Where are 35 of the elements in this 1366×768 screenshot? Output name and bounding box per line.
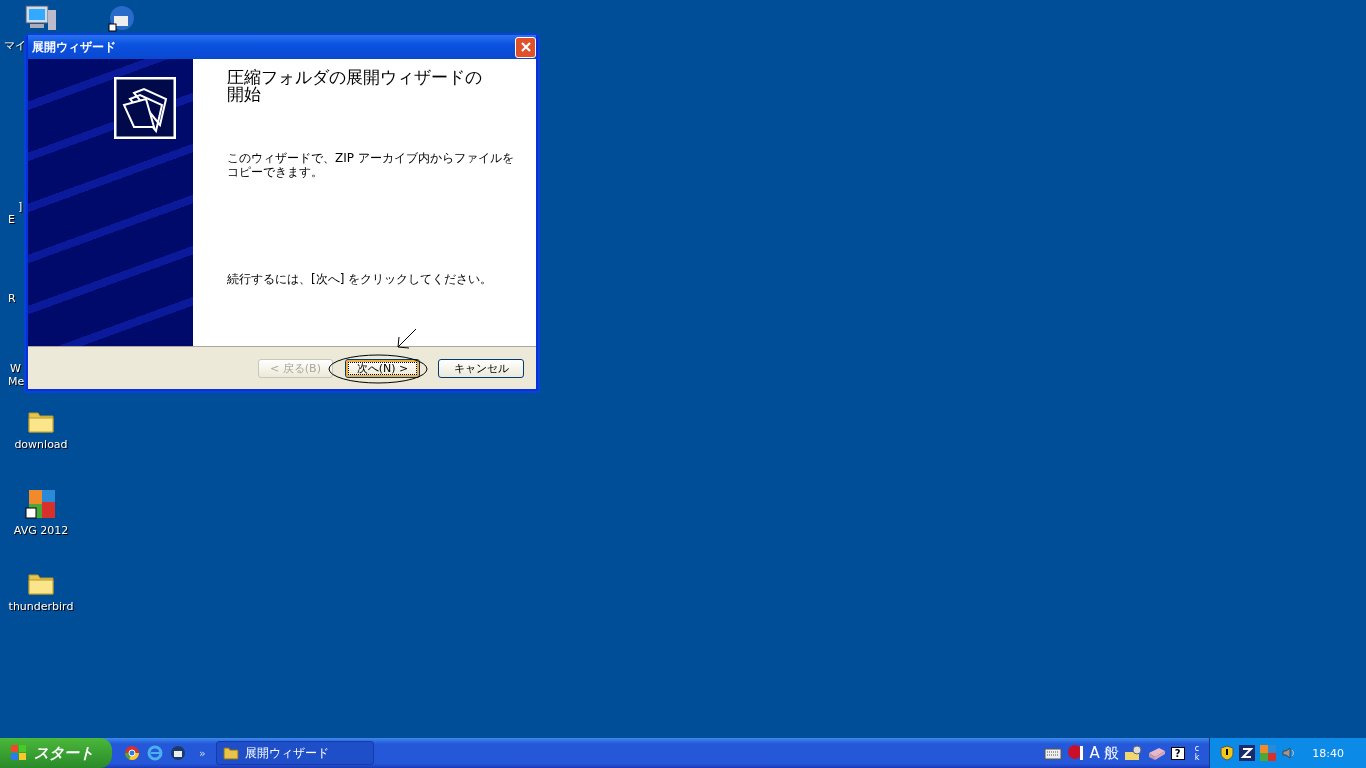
window-title: 展開ウィザード [32, 38, 116, 56]
wizard-button[interactable]: キャンセル [438, 358, 524, 378]
wizard-description: このウィザードで、ZIP アーカイブ内からファイルをコピーできます。 [227, 151, 515, 179]
help-button[interactable]: ? [1170, 746, 1185, 760]
taskbar-task[interactable]: 展開ウィザード [215, 741, 374, 765]
folders-icon [114, 77, 176, 139]
wizard-button[interactable]: 次へ(N) > [345, 358, 420, 378]
desktop-icon-label: R [8, 292, 16, 305]
desktop-icon-label[interactable]: AVG 2012 [13, 524, 69, 537]
folder-icon [222, 746, 239, 760]
mail-icon[interactable] [170, 745, 186, 761]
language-bar-option[interactable]: k [1194, 753, 1200, 762]
security-icon[interactable] [1239, 745, 1256, 761]
desktop-icon-label: W [10, 362, 21, 375]
close-icon [519, 41, 532, 53]
desktop-icon-label: Me [8, 375, 25, 388]
more-button[interactable]: » [199, 746, 206, 760]
keyboard-icon[interactable] [1043, 746, 1062, 760]
close-button[interactable] [515, 36, 536, 58]
shield-icon[interactable] [1220, 745, 1235, 761]
desktop-icon-label[interactable]: download [14, 438, 68, 451]
desktop-icon-label: E [8, 213, 15, 226]
desktop-icon-label: マイ [4, 38, 26, 53]
windows-logo-icon [10, 744, 28, 762]
ime-mode-button[interactable]: 般 [1103, 743, 1119, 763]
clock: 18:40 [1312, 746, 1344, 760]
browser-icon[interactable] [124, 745, 140, 761]
app-icon[interactable] [25, 488, 57, 520]
desktop-icon-label: ] [18, 200, 23, 213]
language-bar-option[interactable]: c [1194, 744, 1200, 753]
desktop-icon-label[interactable]: thunderbird [8, 600, 74, 613]
wizard-heading: 圧縮フォルダの展開ウィザードの開始 [227, 69, 483, 103]
wizard-instruction: 続行するには、[次へ] をクリックしてください。 [227, 271, 494, 288]
ime-mode-button[interactable]: A [1089, 744, 1100, 762]
mail-icon[interactable] [106, 4, 136, 32]
